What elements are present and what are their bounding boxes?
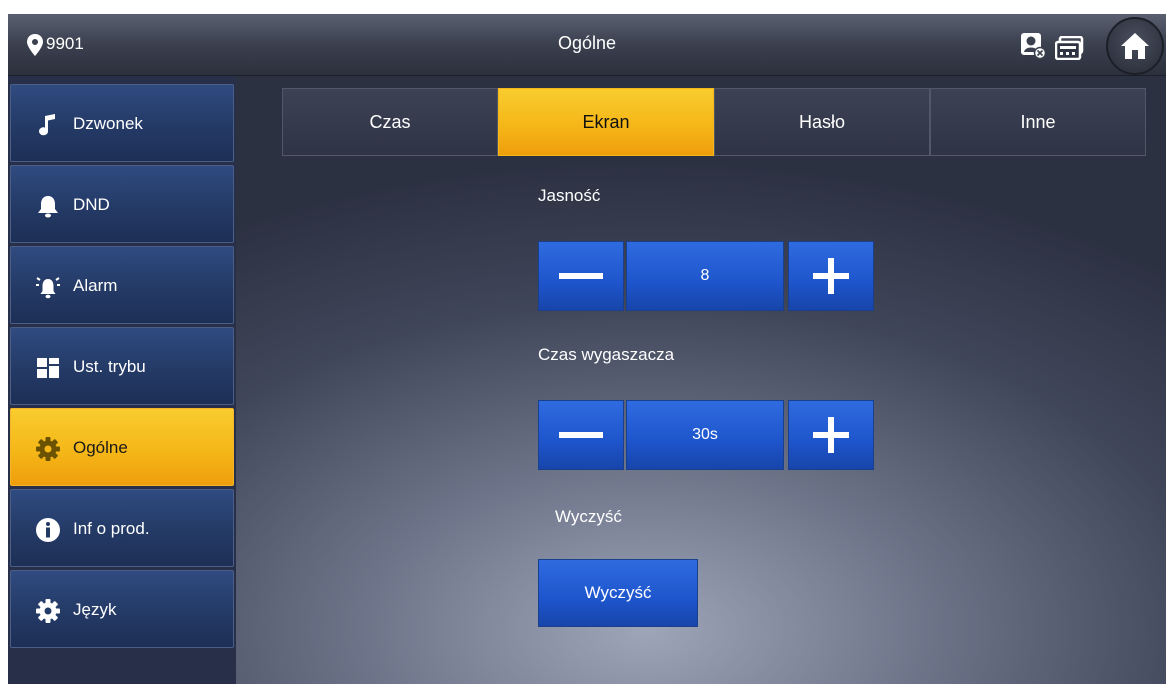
music-note-icon (39, 114, 55, 136)
sidebar-item-alarm[interactable]: Alarm (10, 246, 234, 324)
clear-label: Wyczyść (555, 507, 622, 526)
screensaver-label: Czas wygaszacza (538, 345, 675, 364)
sidebar-item-dzwonek[interactable]: Dzwonek (10, 84, 234, 162)
brightness-value: 8 (626, 241, 784, 311)
plus-icon (813, 258, 849, 294)
home-icon (1121, 33, 1149, 59)
sidebar-item-label: Dzwonek (73, 114, 143, 133)
sidebar-item-label: Język (73, 600, 117, 619)
sidebar-item-label: Ust. trybu (73, 357, 146, 376)
sidebar-item-dnd[interactable]: DND (10, 165, 234, 243)
bell-icon (38, 196, 58, 218)
screen: 9901 Ogólne Dzwonek DND Alarm Ust. trybu… (8, 14, 1166, 684)
minus-icon (559, 273, 603, 279)
sidebar-item-label: Ogólne (73, 438, 128, 457)
tab-czas[interactable]: Czas (282, 88, 498, 156)
tab-inne[interactable]: Inne (930, 88, 1146, 156)
page-title: Ogólne (557, 33, 617, 53)
info-icon (36, 518, 60, 542)
sidebar: Dzwonek DND Alarm Ust. trybu Ogólne Inf … (8, 76, 236, 684)
brightness-increase-button[interactable] (788, 241, 874, 311)
plus-icon (813, 417, 849, 453)
brightness-decrease-button[interactable] (538, 241, 624, 311)
sidebar-item-jezyk[interactable]: Język (10, 570, 234, 648)
tab-bar: Czas Ekran Hasło Inne (282, 88, 1146, 156)
sidebar-item-inf-o-prod[interactable]: Inf o prod. (10, 489, 234, 567)
clear-button[interactable]: Wyczyść (538, 559, 698, 627)
brightness-label: Jasność (538, 186, 601, 205)
header-bar: 9901 Ogólne (8, 14, 1166, 76)
screensaver-stepper: 30s (538, 400, 874, 470)
door-station-status-icon[interactable] (1020, 32, 1046, 60)
gear-icon (36, 437, 60, 461)
gear-icon (36, 599, 60, 623)
sidebar-item-label: Inf o prod. (73, 519, 150, 538)
sidebar-item-label: Alarm (73, 276, 118, 295)
alarm-siren-icon (36, 277, 60, 299)
tab-haslo[interactable]: Hasło (714, 88, 930, 156)
brightness-stepper: 8 (538, 241, 874, 311)
home-button[interactable] (1106, 17, 1164, 75)
minus-icon (559, 432, 603, 438)
screensaver-value: 30s (626, 400, 784, 470)
sidebar-item-ust-trybu[interactable]: Ust. trybu (10, 327, 234, 405)
screensaver-increase-button[interactable] (788, 400, 874, 470)
intercom-icon[interactable] (1055, 36, 1085, 60)
sidebar-item-label: DND (73, 195, 110, 214)
screensaver-decrease-button[interactable] (538, 400, 624, 470)
tab-ekran[interactable]: Ekran (498, 88, 714, 156)
grid-icon (37, 358, 59, 378)
sidebar-item-ogolne[interactable]: Ogólne (10, 408, 234, 486)
